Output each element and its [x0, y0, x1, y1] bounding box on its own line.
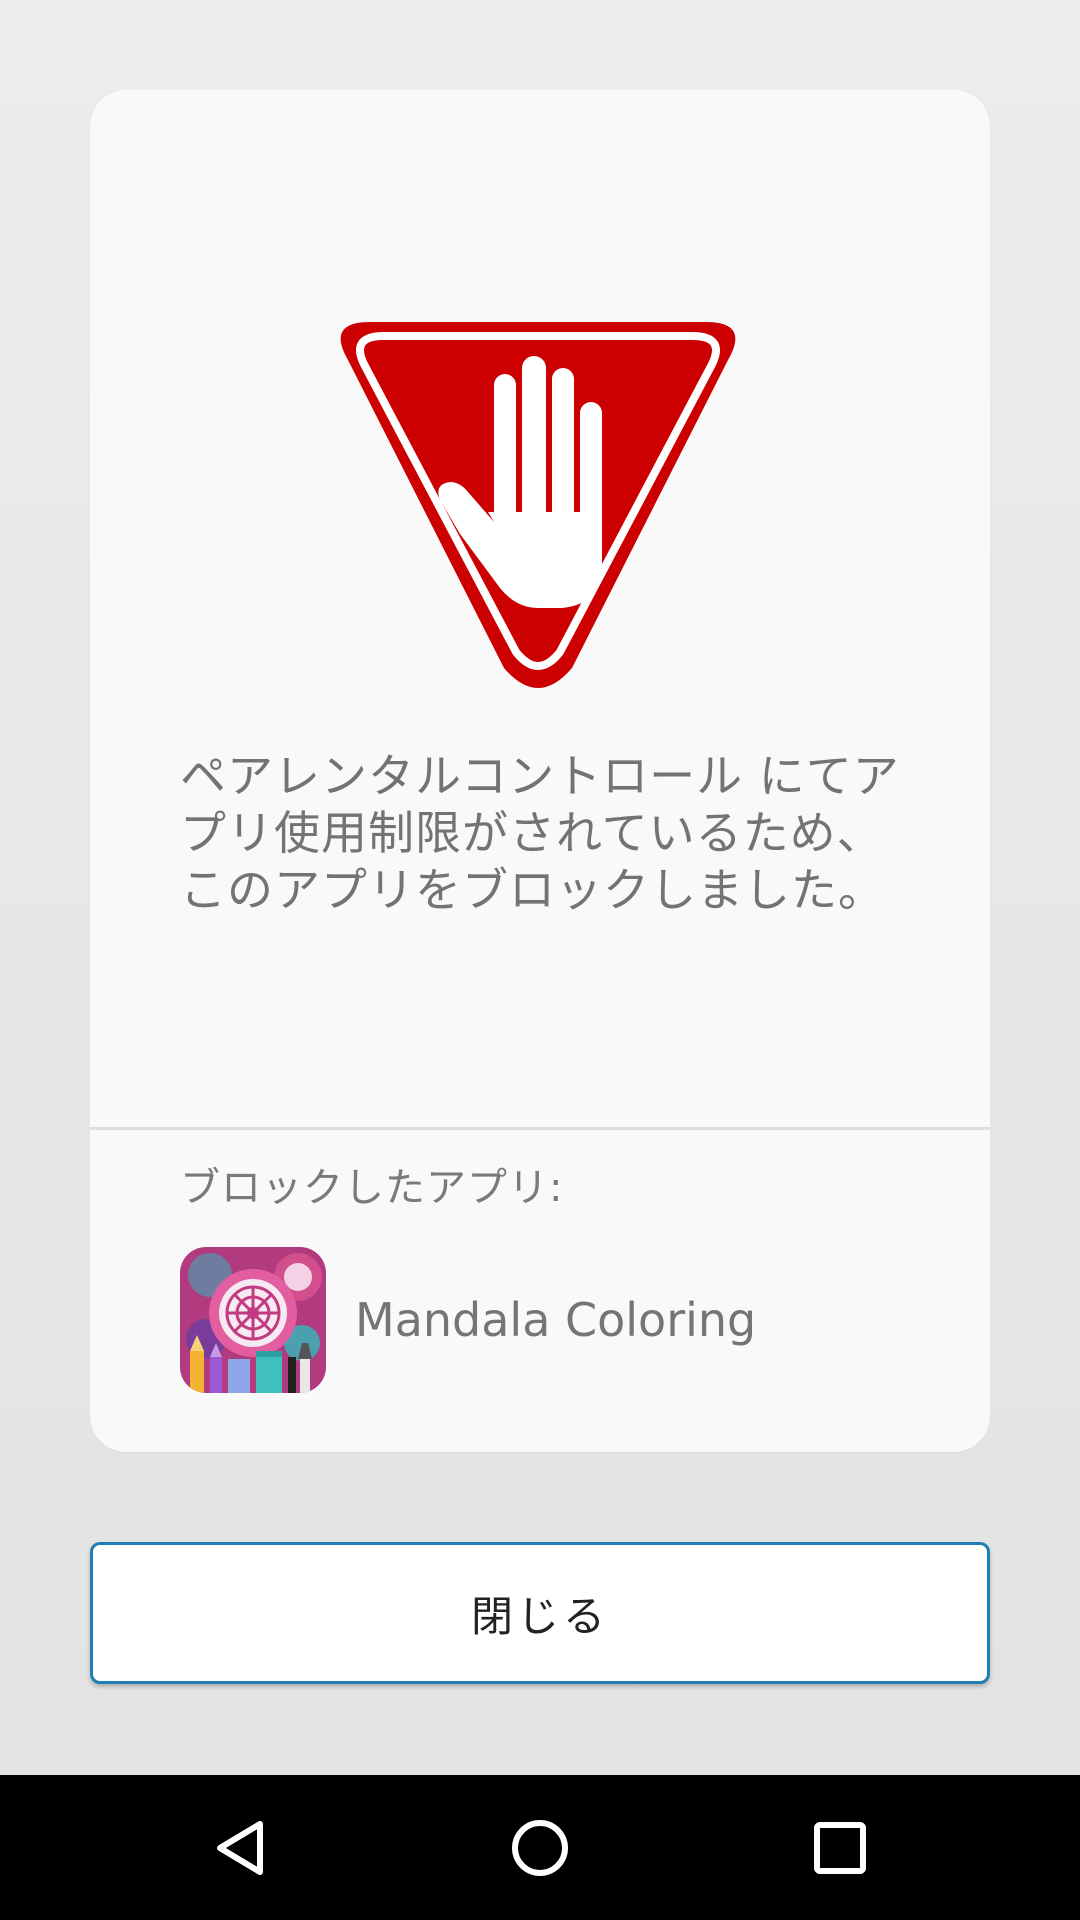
back-triangle-icon — [217, 1820, 263, 1875]
mandala-coloring-app-icon — [180, 1247, 326, 1393]
divider — [90, 1127, 990, 1130]
block-message: ペアレンタルコントロール にてアプリ使用制限がされているため、このアプリをブロッ… — [180, 749, 900, 917]
recents-square-icon — [814, 1821, 866, 1874]
stop-hand-icon — [340, 322, 736, 688]
blocked-app-name: Mandala Coloring — [355, 1293, 757, 1347]
home-button[interactable] — [460, 1775, 620, 1920]
block-dialog-card: ペアレンタルコントロール にてアプリ使用制限がされているため、このアプリをブロッ… — [90, 90, 990, 1452]
back-button[interactable] — [160, 1775, 320, 1920]
blocked-app-row: Mandala Coloring — [180, 1247, 756, 1393]
navigation-bar — [0, 1775, 1080, 1920]
blocked-apps-label: ブロックしたアプリ: — [180, 1165, 564, 1211]
recents-button[interactable] — [760, 1775, 920, 1920]
home-circle-icon — [512, 1819, 568, 1876]
close-button[interactable]: 閉じる — [90, 1542, 990, 1684]
